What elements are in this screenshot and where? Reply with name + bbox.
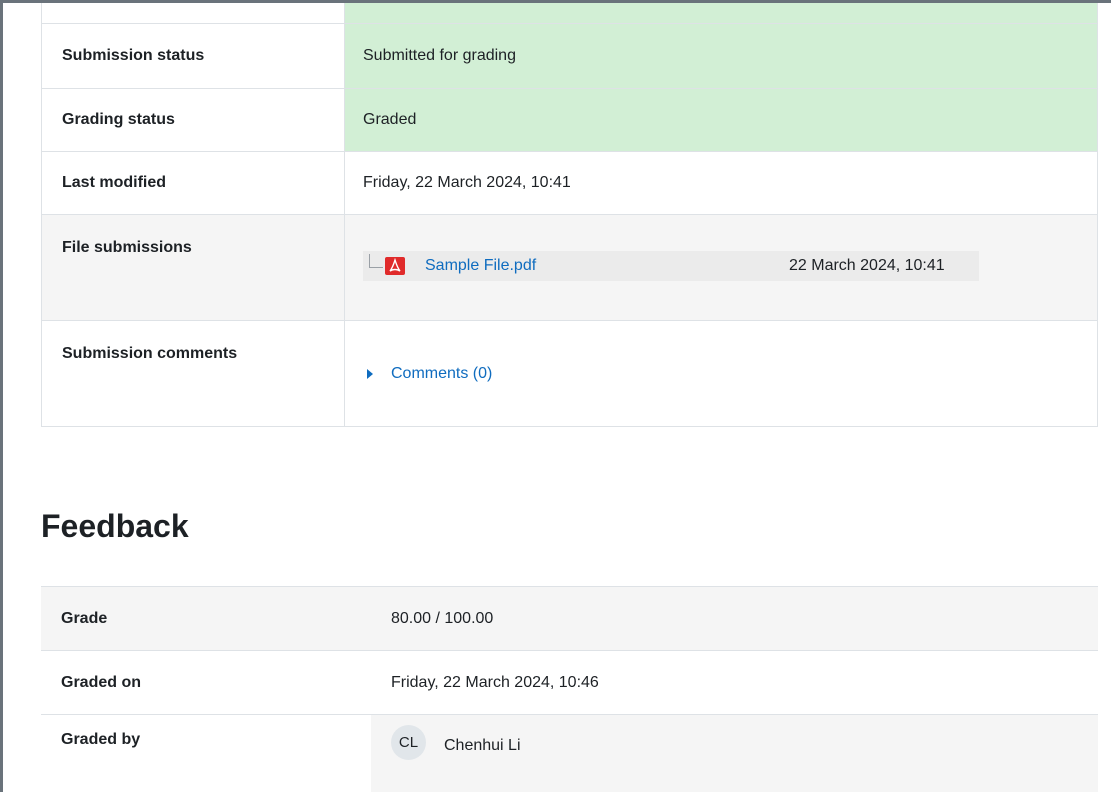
table-row: Grading status Graded xyxy=(41,87,1098,151)
table-row: Submission comments Comments (0) xyxy=(41,319,1098,427)
last-modified-label: Last modified xyxy=(41,150,345,214)
table-row: Grade 80.00 / 100.00 xyxy=(41,586,1098,651)
avatar[interactable]: CL xyxy=(391,725,426,760)
grader-info: CL Chenhui Li xyxy=(391,725,1078,760)
file-link[interactable]: Sample File.pdf xyxy=(425,257,789,275)
file-submissions-value: Sample File.pdf 22 March 2024, 10:41 xyxy=(344,213,1098,320)
submission-comments-value: Comments (0) xyxy=(344,319,1098,427)
caret-right-icon xyxy=(367,368,373,379)
graded-on-label: Graded on xyxy=(41,650,371,715)
row-value xyxy=(344,3,1098,23)
graded-by-label: Graded by xyxy=(41,714,371,792)
table-row: File submissions Sample File.pdf 22 Marc… xyxy=(41,213,1098,320)
submission-status-value: Submitted for grading xyxy=(344,22,1098,88)
pdf-file-icon xyxy=(385,256,405,275)
table-row: Submission status Submitted for grading xyxy=(41,22,1098,88)
comments-toggle[interactable]: Comments (0) xyxy=(363,365,1077,383)
file-tree-item: Sample File.pdf 22 March 2024, 10:41 xyxy=(363,250,979,281)
graded-on-value: Friday, 22 March 2024, 10:46 xyxy=(371,650,1098,715)
page-frame: Submission status Submitted for grading … xyxy=(0,0,1111,792)
grade-value: 80.00 / 100.00 xyxy=(371,586,1098,651)
submission-status-label: Submission status xyxy=(41,22,345,88)
submission-comments-label: Submission comments xyxy=(41,319,345,427)
grading-status-value: Graded xyxy=(344,87,1098,151)
grade-label: Grade xyxy=(41,586,371,651)
feedback-table: Grade 80.00 / 100.00 Graded on Friday, 2… xyxy=(41,586,1098,792)
row-label xyxy=(41,3,345,23)
tree-connector xyxy=(369,253,383,268)
graded-by-value: CL Chenhui Li xyxy=(371,714,1098,792)
file-submissions-label: File submissions xyxy=(41,213,345,320)
table-row: Graded by CL Chenhui Li xyxy=(41,714,1098,792)
file-date: 22 March 2024, 10:41 xyxy=(789,256,945,274)
comments-link-label: Comments (0) xyxy=(391,364,493,382)
last-modified-value: Friday, 22 March 2024, 10:41 xyxy=(344,150,1098,214)
feedback-heading: Feedback xyxy=(41,508,189,544)
main-content: Submission status Submitted for grading … xyxy=(41,3,1098,792)
grading-status-label: Grading status xyxy=(41,87,345,151)
table-row xyxy=(41,3,1098,23)
grader-name[interactable]: Chenhui Li xyxy=(444,737,521,755)
submission-status-table: Submission status Submitted for grading … xyxy=(41,3,1098,427)
table-row: Last modified Friday, 22 March 2024, 10:… xyxy=(41,150,1098,214)
table-row: Graded on Friday, 22 March 2024, 10:46 xyxy=(41,650,1098,715)
